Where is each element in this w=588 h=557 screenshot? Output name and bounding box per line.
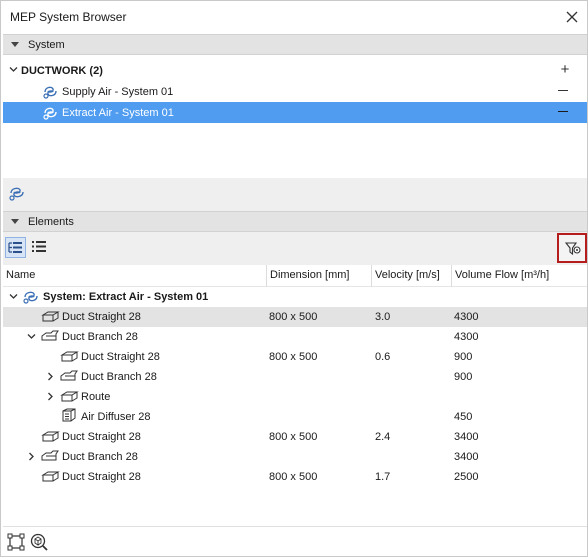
element-name: Duct Straight 28 [81, 351, 160, 363]
system-label-supply-air: Supply Air - System 01 [62, 86, 174, 98]
chevron-down-icon[interactable] [27, 332, 36, 341]
element-volume-flow: 3400 [454, 431, 479, 443]
collapse-triangle-icon [11, 42, 19, 47]
list-view-icon[interactable] [29, 237, 50, 258]
tree-row-element[interactable]: Duct Straight 28 800 x 500 2.4 3400 [3, 427, 587, 447]
air-system-icon [42, 104, 59, 121]
tree-row-element[interactable]: Duct Straight 28 800 x 500 1.7 2500 [3, 467, 587, 487]
footer-toolbar [3, 526, 587, 556]
tree-row-element[interactable]: Route [3, 387, 587, 407]
air-system-icon [22, 288, 41, 305]
tree-row-element[interactable]: Duct Straight 28 800 x 500 3.0 4300 [3, 307, 587, 327]
elements-grid-header: Name Dimension [mm] Velocity [m/s] Volum… [3, 265, 587, 287]
element-name: Route [81, 391, 111, 403]
duct-branch-icon [60, 368, 79, 385]
tree-row-element[interactable]: Duct Branch 28 4300 [3, 327, 587, 347]
element-dimension: 800 x 500 [269, 471, 318, 483]
root-system-label: System: Extract Air - System 01 [43, 291, 209, 303]
tree-row-element[interactable]: Duct Branch 28 3400 [3, 447, 587, 467]
route-icon [60, 388, 79, 405]
air-system-icon[interactable] [7, 183, 27, 203]
select-elements-icon[interactable] [6, 532, 26, 552]
column-header-name[interactable]: Name [6, 265, 267, 287]
tree-row-root-system[interactable]: System: Extract Air - System 01 [3, 287, 587, 307]
elements-toolbar [3, 232, 587, 265]
element-velocity: 0.6 [375, 351, 391, 363]
tree-view-icon[interactable] [5, 237, 26, 258]
tree-row-element[interactable]: Duct Branch 28 900 [3, 367, 587, 387]
element-name: Air Diffuser 28 [81, 411, 151, 423]
system-label-extract-air: Extract Air - System 01 [62, 107, 174, 119]
system-row-supply-air[interactable]: Supply Air - System 01 [3, 81, 587, 102]
element-name: Duct Straight 28 [62, 431, 141, 443]
element-dimension: 800 x 500 [269, 311, 318, 323]
system-row-extract-air[interactable]: Extract Air - System 01 [3, 102, 587, 123]
ductwork-group[interactable]: DUCTWORK (2) + [3, 60, 587, 82]
element-volume-flow: 3400 [454, 451, 479, 463]
remove-system-button[interactable] [558, 90, 568, 91]
chevron-right-icon[interactable] [46, 392, 55, 401]
element-name: Duct Straight 28 [62, 471, 141, 483]
element-dimension: 800 x 500 [269, 351, 318, 363]
element-velocity: 3.0 [375, 311, 391, 323]
system-section-label: System [28, 39, 65, 51]
element-name: Duct Straight 28 [62, 311, 141, 323]
element-name: Duct Branch 28 [62, 331, 138, 343]
element-volume-flow: 900 [454, 351, 473, 363]
duct-branch-icon [41, 328, 60, 345]
system-section-header[interactable]: System [3, 34, 587, 55]
element-volume-flow: 4300 [454, 331, 479, 343]
column-header-volume-flow[interactable]: Volume Flow [m³/h] [452, 265, 585, 287]
air-diffuser-icon [60, 408, 79, 425]
ductwork-group-label: DUCTWORK (2) [21, 65, 103, 77]
collapse-triangle-icon [11, 219, 19, 224]
element-name: Duct Branch 28 [81, 371, 157, 383]
chevron-down-icon[interactable] [9, 292, 18, 301]
title-bar: MEP System Browser [1, 1, 587, 33]
zoom-to-selection-icon[interactable] [29, 532, 49, 552]
window-title: MEP System Browser [10, 10, 127, 24]
column-header-velocity[interactable]: Velocity [m/s] [372, 265, 452, 287]
elements-section-header[interactable]: Elements [3, 211, 587, 232]
element-velocity: 1.7 [375, 471, 391, 483]
chevron-right-icon[interactable] [46, 372, 55, 381]
tree-row-element[interactable]: Duct Straight 28 800 x 500 0.6 900 [3, 347, 587, 367]
duct-straight-icon [41, 428, 60, 445]
duct-straight-icon [41, 308, 60, 325]
element-volume-flow: 900 [454, 371, 473, 383]
element-volume-flow: 450 [454, 411, 473, 423]
elements-section-label: Elements [28, 216, 74, 228]
element-name: Duct Branch 28 [62, 451, 138, 463]
chevron-right-icon[interactable] [27, 452, 36, 461]
element-volume-flow: 4300 [454, 311, 479, 323]
element-dimension: 800 x 500 [269, 431, 318, 443]
close-icon[interactable] [562, 7, 582, 27]
system-toolbar [3, 178, 587, 211]
add-system-button[interactable]: + [558, 62, 572, 78]
duct-branch-icon [41, 448, 60, 465]
chevron-down-icon[interactable] [9, 65, 18, 77]
duct-straight-icon [41, 468, 60, 485]
element-velocity: 2.4 [375, 431, 391, 443]
tree-row-element[interactable]: Air Diffuser 28 450 [3, 407, 587, 427]
air-system-icon [42, 83, 59, 100]
duct-straight-icon [60, 348, 79, 365]
element-volume-flow: 2500 [454, 471, 479, 483]
filter-settings-icon[interactable] [557, 233, 587, 263]
remove-system-button[interactable] [558, 111, 568, 112]
mep-system-browser-window: MEP System Browser System DUCTWORK (2) +… [0, 0, 588, 557]
column-header-dimension[interactable]: Dimension [mm] [267, 265, 372, 287]
